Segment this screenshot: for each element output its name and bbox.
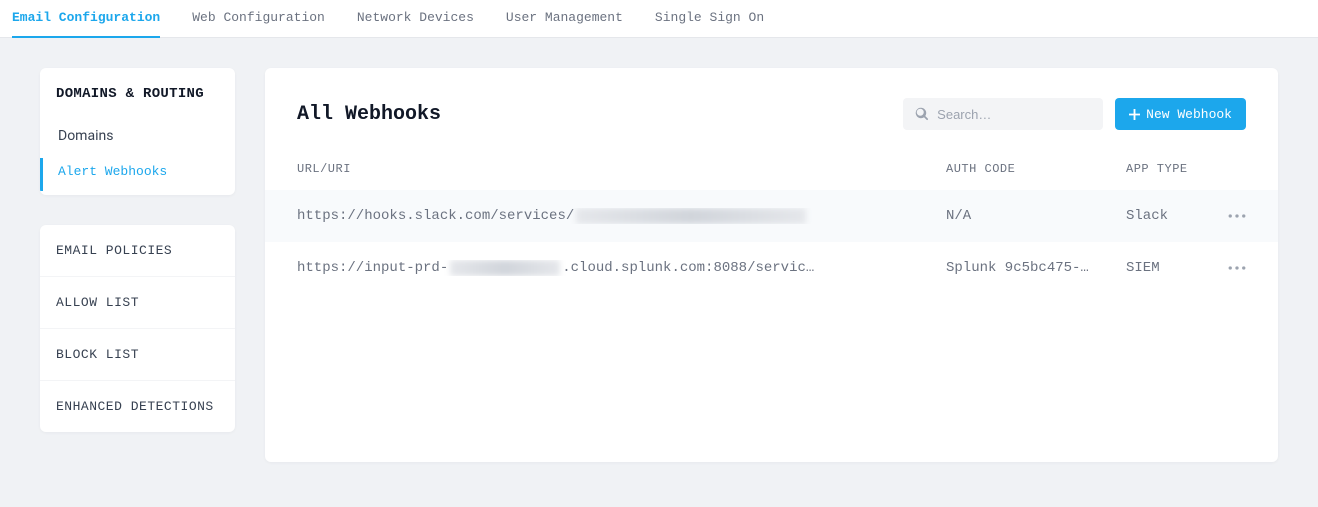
sidebar-menu-email-policies[interactable]: EMAIL POLICIES <box>40 225 235 277</box>
sidebar-menu-block-list[interactable]: BLOCK LIST <box>40 329 235 381</box>
more-icon <box>1228 208 1246 224</box>
top-tabs: Email Configuration Web Configuration Ne… <box>0 0 1318 38</box>
cell-app: SIEM <box>1126 260 1206 276</box>
col-header-app: APP TYPE <box>1126 162 1206 176</box>
tab-network-devices[interactable]: Network Devices <box>357 0 474 37</box>
url-prefix: https://hooks.slack.com/services/ <box>297 208 574 224</box>
search-wrap[interactable] <box>903 98 1103 130</box>
page-title: All Webhooks <box>297 103 441 126</box>
table-body: https://hooks.slack.com/services/ N/A Sl… <box>265 190 1278 294</box>
url-prefix: https://input-prd- <box>297 260 448 276</box>
col-header-actions <box>1206 162 1246 176</box>
sidebar-section-header: DOMAINS & ROUTING <box>40 68 235 118</box>
redacted-block <box>450 260 560 276</box>
main-card: All Webhooks New Webhook URL/URI AUTH CO… <box>265 68 1278 462</box>
webhooks-table: URL/URI AUTH CODE APP TYPE https://hooks… <box>265 138 1278 294</box>
cell-url: https://input-prd- .cloud.splunk.com:808… <box>297 260 946 276</box>
header-actions: New Webhook <box>903 98 1246 130</box>
sidebar-menu-allow-list[interactable]: ALLOW LIST <box>40 277 235 329</box>
tab-email-configuration[interactable]: Email Configuration <box>12 0 160 37</box>
sidebar-item-alert-webhooks[interactable]: Alert Webhooks <box>40 154 235 195</box>
main-header: All Webhooks New Webhook <box>265 68 1278 138</box>
col-header-url: URL/URI <box>297 162 946 176</box>
search-input[interactable] <box>929 99 1091 130</box>
url-suffix: .cloud.splunk.com:8088/servic… <box>562 260 814 276</box>
sidebar: DOMAINS & ROUTING Domains Alert Webhooks… <box>40 68 235 462</box>
sidebar-section-domains: DOMAINS & ROUTING Domains Alert Webhooks <box>40 68 235 195</box>
plus-icon <box>1129 109 1140 120</box>
cell-url: https://hooks.slack.com/services/ <box>297 208 946 224</box>
new-webhook-button[interactable]: New Webhook <box>1115 98 1246 130</box>
new-webhook-label: New Webhook <box>1146 107 1232 122</box>
cell-auth: Splunk 9c5bc475-… <box>946 260 1126 276</box>
col-header-auth: AUTH CODE <box>946 162 1126 176</box>
cell-app: Slack <box>1126 208 1206 224</box>
tab-single-sign-on[interactable]: Single Sign On <box>655 0 764 37</box>
sidebar-item-domains[interactable]: Domains <box>40 118 235 154</box>
table-header: URL/URI AUTH CODE APP TYPE <box>265 138 1278 190</box>
table-row[interactable]: https://input-prd- .cloud.splunk.com:808… <box>265 242 1278 294</box>
table-row[interactable]: https://hooks.slack.com/services/ N/A Sl… <box>265 190 1278 242</box>
more-icon <box>1228 260 1246 276</box>
tab-web-configuration[interactable]: Web Configuration <box>192 0 325 37</box>
redacted-block <box>576 208 806 224</box>
tab-user-management[interactable]: User Management <box>506 0 623 37</box>
search-icon <box>915 107 929 121</box>
sidebar-menu-card: EMAIL POLICIES ALLOW LIST BLOCK LIST ENH… <box>40 225 235 432</box>
row-actions-button[interactable] <box>1206 260 1246 276</box>
cell-auth: N/A <box>946 208 1126 224</box>
row-actions-button[interactable] <box>1206 208 1246 224</box>
sidebar-menu-enhanced-detections[interactable]: ENHANCED DETECTIONS <box>40 381 235 432</box>
